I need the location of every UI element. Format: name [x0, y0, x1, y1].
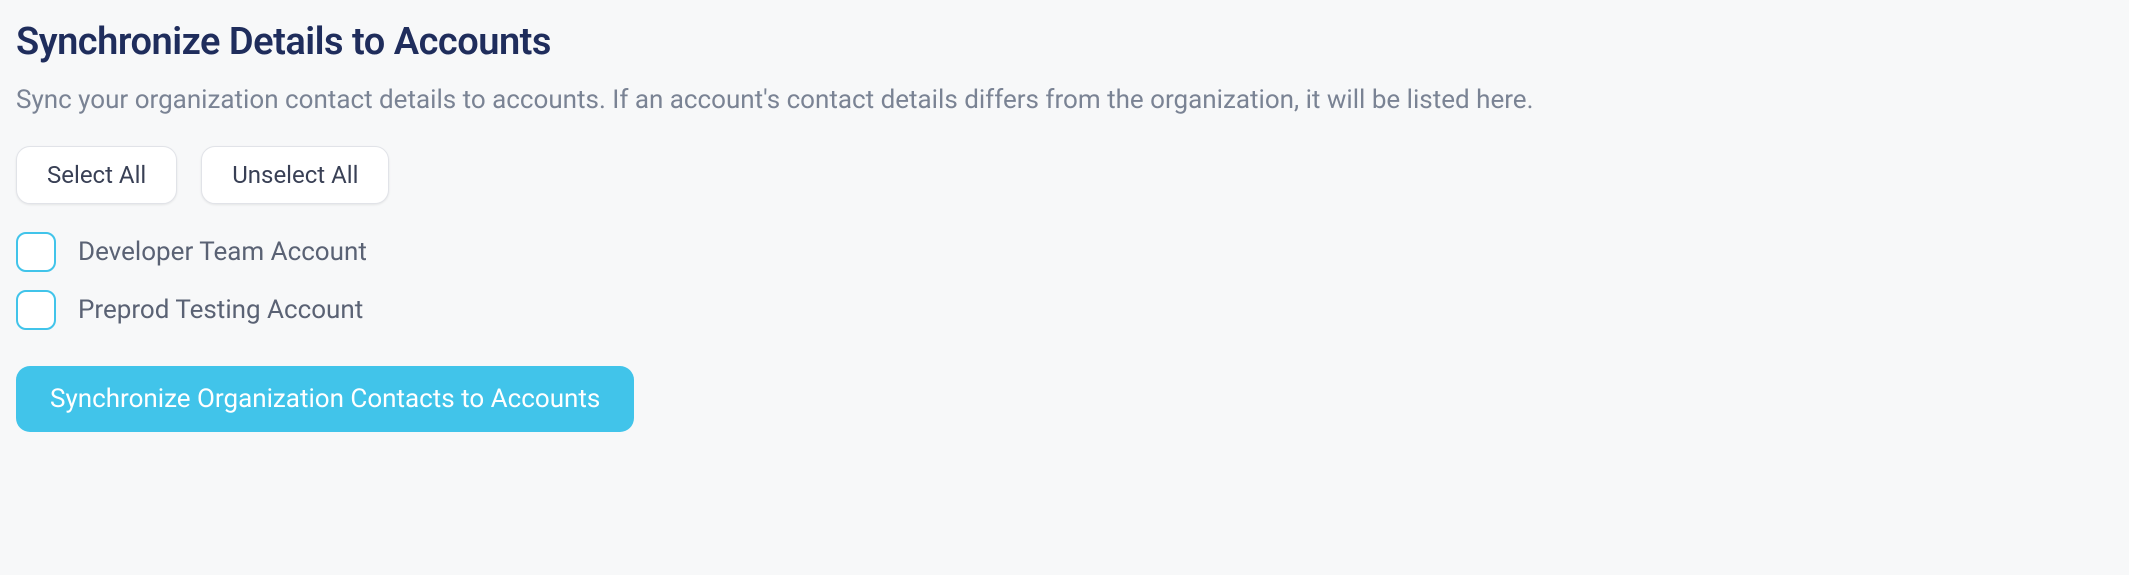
select-all-button[interactable]: Select All	[16, 146, 177, 204]
selection-button-row: Select All Unselect All	[16, 146, 2113, 204]
account-checkbox[interactable]	[16, 290, 56, 330]
synchronize-button[interactable]: Synchronize Organization Contacts to Acc…	[16, 366, 634, 432]
account-label: Developer Team Account	[78, 237, 367, 267]
account-list: Developer Team Account Preprod Testing A…	[16, 232, 2113, 330]
account-row: Developer Team Account	[16, 232, 2113, 272]
account-label: Preprod Testing Account	[78, 295, 363, 325]
unselect-all-button[interactable]: Unselect All	[201, 146, 389, 204]
page-title: Synchronize Details to Accounts	[16, 20, 2113, 64]
account-checkbox[interactable]	[16, 232, 56, 272]
page-description: Sync your organization contact details t…	[16, 82, 2113, 118]
account-row: Preprod Testing Account	[16, 290, 2113, 330]
